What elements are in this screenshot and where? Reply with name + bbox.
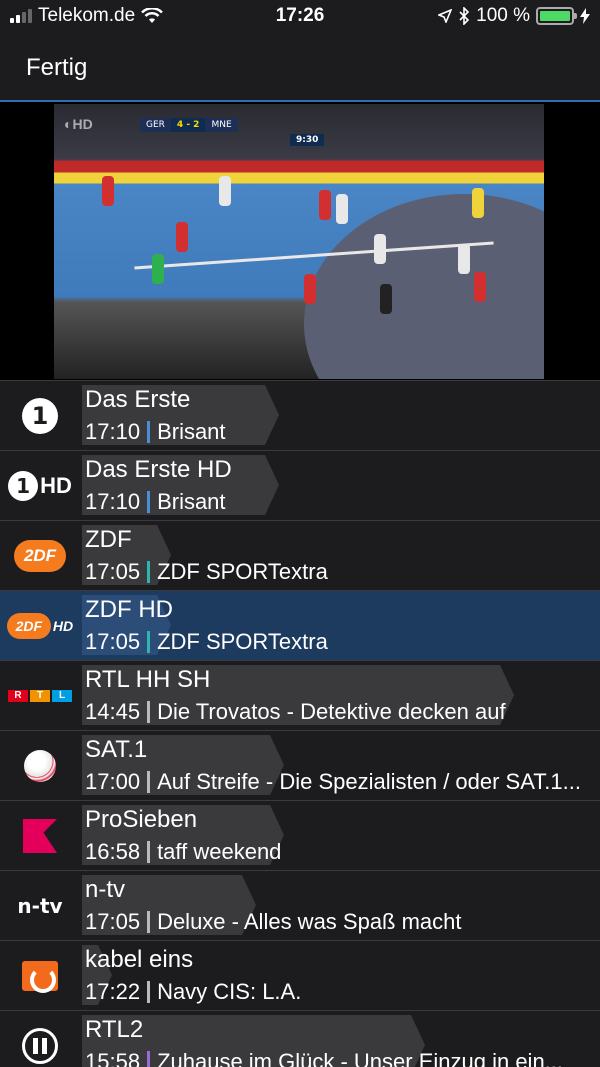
channel-row[interactable]: kabel eins 17:22 Navy CIS: L.A. — [0, 940, 600, 1010]
program-line: 17:00 Auf Streife - Die Spezialisten / od… — [85, 769, 595, 795]
program-line: 14:45 Die Trovatos - Detektive decken auf — [85, 699, 595, 725]
channel-name: Das Erste HD — [85, 456, 232, 483]
score-bug: GER 4 - 2 MNE 9:30 — [140, 118, 325, 146]
program-start-time: 14:45 — [85, 699, 141, 724]
program-start-time: 16:58 — [85, 839, 141, 864]
program-title: Zuhause im Glück - Unser Einzug in ein..… — [157, 1049, 564, 1067]
channel-list: 1 Das Erste 17:10 Brisant 1 HD Das Erste HD 17:… — [0, 380, 600, 1067]
channel-name: ZDF HD — [85, 596, 173, 623]
channel-row[interactable]: SAT.1 17:00 Auf Streife - Die Spezialisten… — [0, 730, 600, 800]
kabeleins-logo — [0, 941, 80, 1011]
ard-logo: 1 — [0, 381, 80, 451]
channel-name: ZDF — [85, 526, 132, 553]
channel-name: RTL HH SH — [85, 666, 211, 693]
separator-bar — [147, 841, 151, 863]
zdf-logo: 2DF — [0, 521, 80, 591]
channel-name: SAT.1 — [85, 736, 148, 763]
program-start-time: 17:05 — [85, 909, 141, 934]
zdf-hd-logo: 2DF HD — [0, 591, 80, 661]
location-arrow-icon — [438, 9, 453, 23]
battery-icon — [536, 7, 577, 25]
program-title: ZDF SPORTextra — [157, 629, 328, 654]
program-title: Brisant — [157, 419, 226, 444]
sat1-logo — [0, 731, 80, 801]
separator-bar — [147, 911, 151, 933]
separator-bar — [147, 491, 151, 513]
separator-bar — [147, 771, 151, 793]
program-line: 17:10 Brisant — [85, 489, 595, 515]
rtl2-logo — [0, 1011, 80, 1067]
channel-row[interactable]: 2DF HD ZDF HD 17:05 ZDF SPORTextra — [0, 590, 600, 660]
video-frame: ◐HD GER 4 - 2 MNE 9:30 — [54, 104, 544, 379]
program-start-time: 17:05 — [85, 559, 141, 584]
program-start-time: 17:22 — [85, 979, 141, 1004]
channel-name: RTL2 — [85, 1016, 144, 1043]
separator-bar — [147, 421, 151, 443]
channel-row[interactable]: 1 HD Das Erste HD 17:10 Brisant — [0, 450, 600, 520]
program-line: 17:22 Navy CIS: L.A. — [85, 979, 595, 1005]
status-bar: Telekom.de 17:26 100 % — [0, 0, 600, 34]
channel-name: n-tv — [85, 876, 126, 903]
nav-bar: Fertig — [0, 34, 600, 102]
video-player[interactable]: ◐HD GER 4 - 2 MNE 9:30 — [0, 102, 600, 380]
channel-row[interactable]: R T L RTL HH SH 14:45 Die Trovatos - Detektiv… — [0, 660, 600, 730]
program-start-time: 17:05 — [85, 629, 141, 654]
program-title: Navy CIS: L.A. — [157, 979, 302, 1004]
ntv-logo: n-tv — [17, 894, 63, 918]
separator-bar — [147, 561, 151, 583]
channel-row[interactable]: n-tv n-tv 17:05 Deluxe - Alles was Spaß mac… — [0, 870, 600, 940]
channel-row[interactable]: 2DF ZDF 17:05 ZDF SPORTextra — [0, 520, 600, 590]
program-title: Deluxe - Alles was Spaß macht — [157, 909, 462, 934]
program-title: taff weekend — [157, 839, 282, 864]
done-button[interactable]: Fertig — [26, 54, 87, 82]
channel-row[interactable]: 1 Das Erste 17:10 Brisant — [0, 380, 600, 450]
separator-bar — [147, 981, 151, 1003]
channel-name: ProSieben — [85, 806, 198, 833]
channel-name: Das Erste — [85, 386, 191, 413]
prosieben-logo — [0, 801, 80, 871]
channel-row[interactable]: ProSieben 16:58 taff weekend — [0, 800, 600, 870]
program-line: 15:58 Zuhause im Glück - Unser Einzug in … — [85, 1049, 595, 1067]
separator-bar — [147, 1051, 151, 1067]
separator-bar — [147, 701, 151, 723]
status-right: 100 % — [438, 5, 590, 27]
ard-hd-logo: 1 HD — [0, 451, 80, 521]
zdf-hd-watermark-icon: ◐HD — [64, 116, 93, 132]
program-title: Die Trovatos - Detektive decken auf — [157, 699, 506, 724]
program-line: 16:58 taff weekend — [85, 839, 595, 865]
channel-name: kabel eins — [85, 946, 194, 973]
program-start-time: 17:10 — [85, 489, 141, 514]
program-start-time: 15:58 — [85, 1049, 141, 1067]
program-start-time: 17:00 — [85, 769, 141, 794]
rtl-logo: RTL — [0, 661, 80, 731]
program-title: Auf Streife - Die Spezialisten / oder SA… — [157, 769, 581, 794]
charging-icon — [580, 8, 590, 24]
separator-bar — [147, 631, 151, 653]
program-title: Brisant — [157, 489, 226, 514]
battery-percent: 100 % — [476, 5, 530, 26]
bluetooth-icon — [459, 7, 470, 25]
channel-row[interactable]: RTL2 15:58 Zuhause im Glück - Unser Einzug… — [0, 1010, 600, 1067]
program-start-time: 17:10 — [85, 419, 141, 444]
program-line: 17:05 ZDF SPORTextra — [85, 629, 595, 655]
program-line: 17:05 ZDF SPORTextra — [85, 559, 595, 585]
program-line: 17:05 Deluxe - Alles was Spaß macht — [85, 909, 595, 935]
program-title: ZDF SPORTextra — [157, 559, 328, 584]
program-line: 17:10 Brisant — [85, 419, 595, 445]
